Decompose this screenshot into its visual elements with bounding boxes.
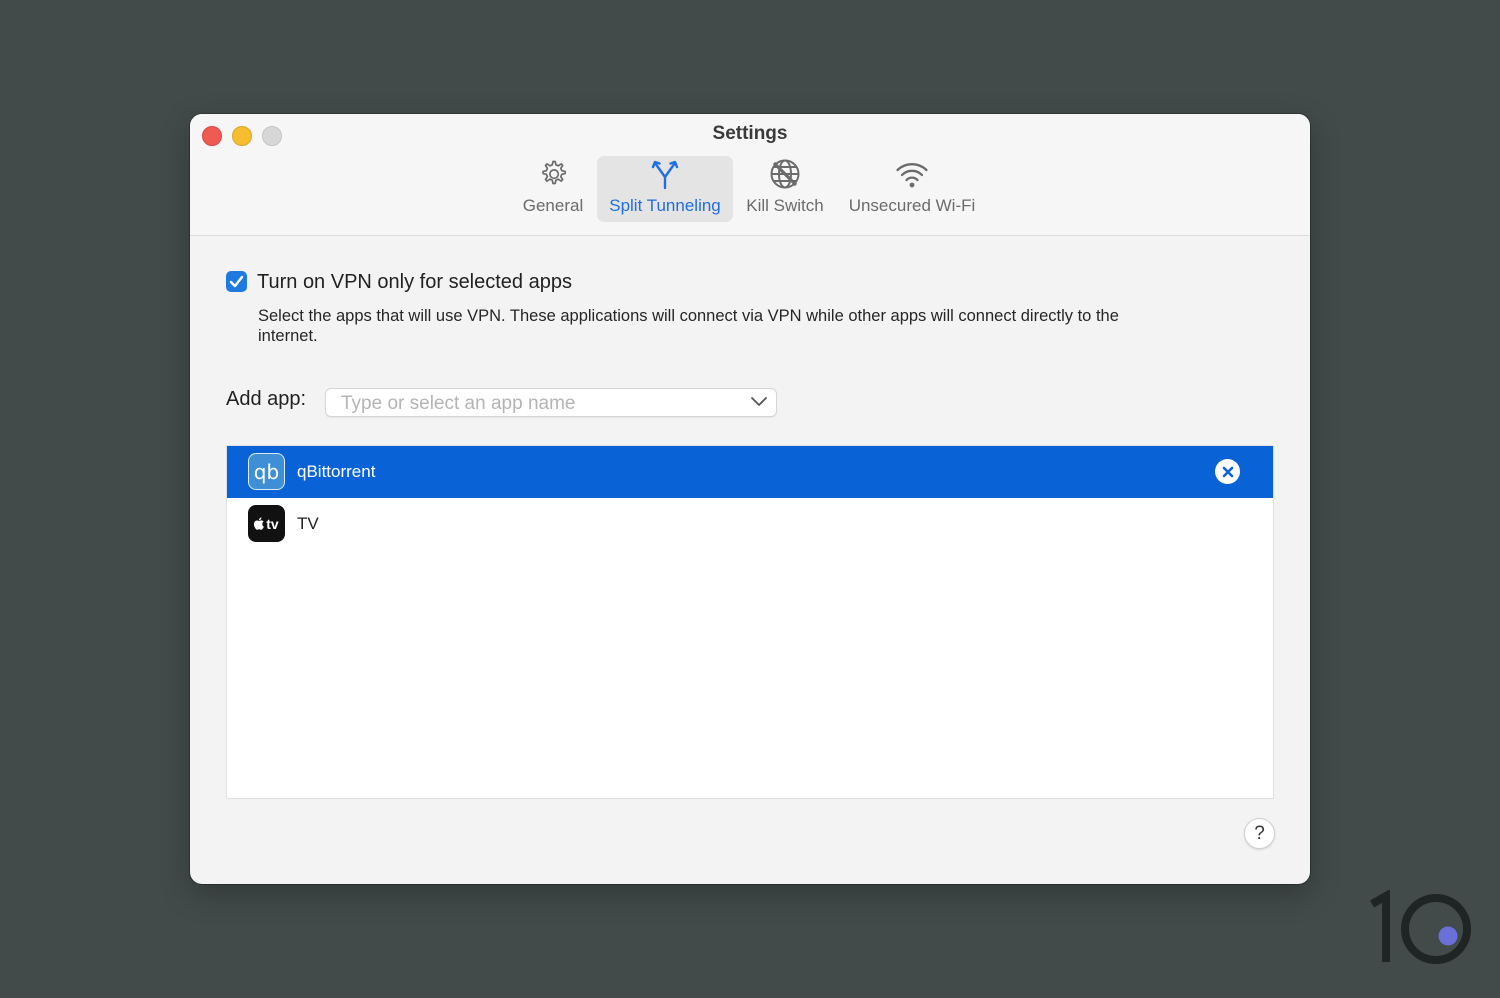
vpn-selected-apps-checkbox[interactable] <box>226 271 247 292</box>
vpn-selected-apps-label[interactable]: Turn on VPN only for selected apps <box>257 271 572 294</box>
help-button[interactable]: ? <box>1244 818 1275 849</box>
list-item[interactable]: qb qBittorrent <box>227 446 1273 498</box>
tab-split-tunneling[interactable]: Split Tunneling <box>597 156 733 222</box>
tab-kill-switch-label: Kill Switch <box>746 196 824 215</box>
apple-logo-icon <box>254 517 265 530</box>
qbittorrent-app-icon: qb <box>248 453 285 490</box>
remove-app-button[interactable] <box>1215 459 1240 484</box>
app-name: qBittorrent <box>297 462 376 481</box>
tab-general-label: General <box>522 196 584 215</box>
apple-tv-app-icon: tv <box>248 505 285 542</box>
checkmark-icon <box>229 275 244 288</box>
add-app-label: Add app: <box>226 388 307 410</box>
add-app-combobox[interactable]: Type or select an app name <box>325 388 777 417</box>
selected-apps-list: qb qBittorrent tv TV <box>226 445 1274 799</box>
brand-logo <box>1370 890 1471 964</box>
tab-general[interactable]: General <box>515 156 591 222</box>
wifi-icon <box>895 156 929 192</box>
tab-kill-switch[interactable]: Kill Switch <box>740 156 830 222</box>
gear-icon <box>537 156 569 192</box>
globe-blocked-icon <box>768 156 802 192</box>
close-icon <box>1222 466 1233 477</box>
tab-unsecured-wifi-label: Unsecured Wi-Fi <box>848 196 976 215</box>
split-tunneling-description: Select the apps that will use VPN. These… <box>258 307 1119 345</box>
tab-unsecured-wifi[interactable]: Unsecured Wi-Fi <box>842 156 982 222</box>
app-name: TV <box>297 514 319 533</box>
tab-split-tunneling-label: Split Tunneling <box>609 196 721 215</box>
split-arrows-icon <box>650 156 680 192</box>
window-toolbar: Settings General Split Tunneling Kill Sw… <box>190 114 1310 236</box>
list-item[interactable]: tv TV <box>227 498 1273 550</box>
window-title: Settings <box>712 123 788 144</box>
settings-window: Settings General Split Tunneling Kill Sw… <box>190 114 1310 884</box>
chevron-down-icon[interactable] <box>750 395 768 407</box>
add-app-placeholder: Type or select an app name <box>341 393 576 414</box>
